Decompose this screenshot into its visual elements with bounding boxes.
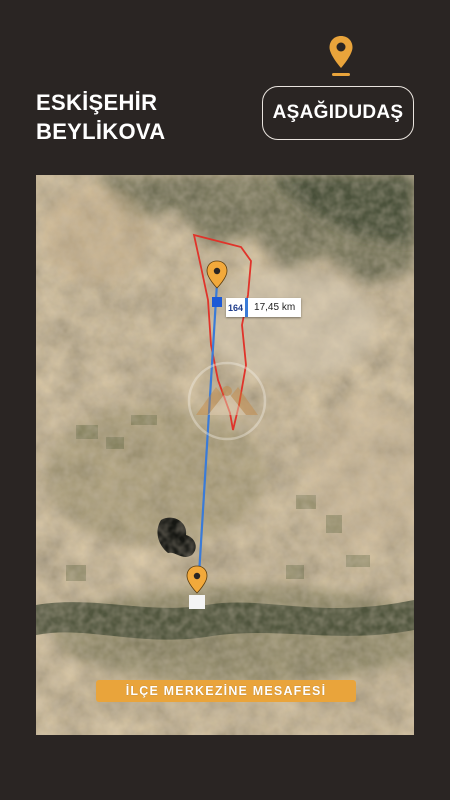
start-marker	[212, 297, 222, 307]
district-name: BEYLİKOVA	[36, 119, 166, 144]
logo-watermark	[187, 361, 267, 441]
route-code: 164	[226, 298, 246, 317]
province-name: ESKİŞEHİR	[36, 90, 158, 115]
location-pin-icon	[329, 36, 353, 76]
district-center-marker	[189, 595, 205, 609]
map-caption: İLÇE MERKEZİNE MESAFESİ	[96, 680, 356, 702]
distance-label: 164 17,45 km	[226, 298, 302, 317]
satellite-map[interactable]: 164 17,45 km İLÇE MERKEZİNE MESAFESİ	[36, 175, 414, 735]
distance-value: 17,45 km	[245, 298, 302, 317]
village-name-badge: AŞAĞIDUDAŞ	[262, 86, 414, 140]
terrain-layer	[36, 175, 414, 735]
region-title: ESKİŞEHİR BEYLİKOVA	[36, 88, 165, 146]
